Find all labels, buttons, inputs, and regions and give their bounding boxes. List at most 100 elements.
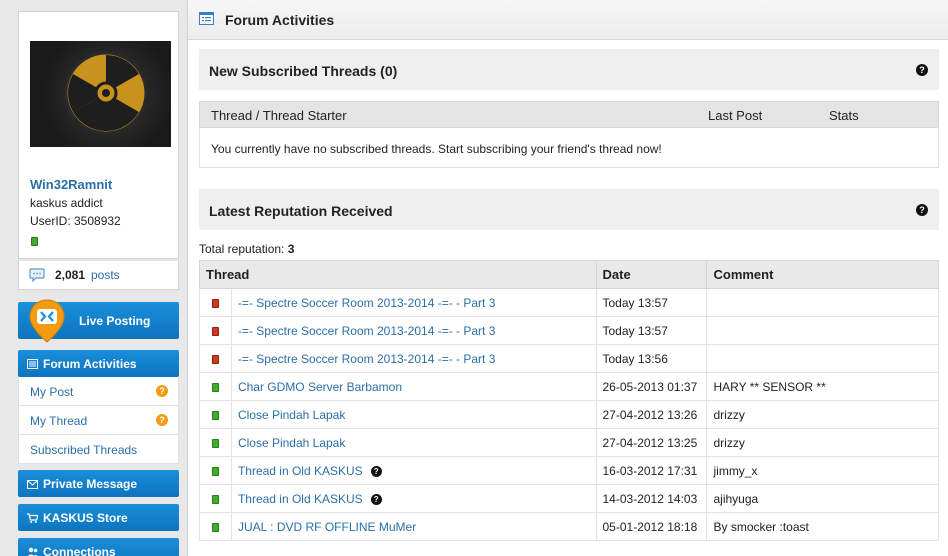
thread-link[interactable]: Char GDMO Server Barbamon [238, 380, 402, 394]
thread-link[interactable]: Thread in Old KASKUS [238, 464, 363, 478]
list-icon [27, 358, 38, 372]
main-content: Forum Activities New Subscribed Threads … [188, 0, 948, 556]
username[interactable]: Win32Ramnit [30, 177, 112, 192]
date-cell: Today 13:56 [595, 344, 708, 373]
nav-subscribed-threads-label: Subscribed Threads [30, 443, 138, 457]
help-icon[interactable]: ? [370, 493, 382, 505]
nav-kaskus-store[interactable]: KASKUS Store [18, 504, 179, 531]
nav-subscribed-threads[interactable]: Subscribed Threads [18, 435, 179, 464]
app-root: Win32Ramnit kaskus addict UserID: 350893… [0, 0, 948, 556]
date-cell: 27-04-2012 13:25 [595, 428, 708, 457]
thread-link[interactable]: Close Pindah Lapak [238, 408, 345, 422]
nav-private-message[interactable]: Private Message [18, 470, 179, 497]
col-stats[interactable]: Stats [829, 108, 859, 123]
thread-link[interactable]: -=- Spectre Soccer Room 2013-2014 -=- - … [238, 352, 495, 366]
thread-cell: Thread in Old KASKUS? [230, 456, 597, 485]
thread-link[interactable]: Thread in Old KASKUS [238, 492, 363, 506]
reputation-title: Latest Reputation Received [209, 203, 393, 219]
reputation-status-icon [211, 466, 219, 476]
reputation-status-cell [199, 484, 232, 513]
thread-link[interactable]: -=- Spectre Soccer Room 2013-2014 -=- - … [238, 324, 495, 338]
reputation-table-header: Thread Date Comment [199, 260, 939, 289]
comment-cell: drizzy [706, 428, 939, 457]
reputation-status-icon [211, 438, 219, 448]
thread-cell: JUAL : DVD RF OFFLINE MuMer [230, 512, 597, 541]
col-thread-starter: Thread / Thread Starter [211, 108, 347, 123]
thread-cell: -=- Spectre Soccer Room 2013-2014 -=- - … [230, 288, 597, 317]
help-icon[interactable]: ? [916, 64, 928, 76]
col-comment: Comment [706, 260, 939, 289]
reputation-status-icon [211, 494, 219, 504]
table-row: JUAL : DVD RF OFFLINE MuMer 05-01-2012 18… [199, 512, 939, 541]
thread-cell: -=- Spectre Soccer Room 2013-2014 -=- - … [230, 316, 597, 345]
date-cell: 14-03-2012 14:03 [595, 484, 708, 513]
envelope-icon [27, 478, 38, 492]
post-count: 2,081 [55, 268, 86, 282]
user-id: UserID: 3508932 [30, 214, 121, 228]
live-posting-button[interactable]: Live Posting [18, 299, 179, 343]
comment-cell [706, 344, 939, 373]
page-header: Forum Activities [188, 0, 948, 40]
reputation-status-icon [211, 410, 219, 420]
thread-link[interactable]: Close Pindah Lapak [238, 436, 345, 450]
table-row: -=- Spectre Soccer Room 2013-2014 -=- - … [199, 344, 939, 373]
thread-cell: Thread in Old KASKUS? [230, 484, 597, 513]
nav-forum-activities-label: Forum Activities [43, 357, 137, 371]
subscribed-empty-row: You currently have no subscribed threads… [199, 128, 939, 168]
speech-bubble-icon [29, 268, 45, 285]
live-posting-label: Live Posting [79, 314, 151, 328]
comment-cell [706, 316, 939, 345]
thread-cell: Close Pindah Lapak [230, 400, 597, 429]
date-cell: Today 13:57 [595, 288, 708, 317]
reputation-status-icon [211, 522, 219, 532]
posts-link[interactable]: posts [91, 268, 120, 282]
post-count-box[interactable]: 2,081 posts [18, 260, 179, 290]
help-icon[interactable]: ? [156, 385, 168, 397]
col-thread: Thread [199, 260, 597, 289]
reputation-status-cell [199, 400, 232, 429]
reputation-table: Thread Date Comment -=- Spectre Soccer R… [199, 260, 939, 541]
page-title: Forum Activities [225, 12, 335, 28]
subscribed-threads-header: New Subscribed Threads (0) ? [199, 49, 939, 90]
reputation-status-icon [211, 354, 219, 364]
date-cell: Today 13:57 [595, 316, 708, 345]
thread-link[interactable]: -=- Spectre Soccer Room 2013-2014 -=- - … [238, 296, 495, 310]
nav-kaskus-store-label: KASKUS Store [43, 511, 128, 525]
nav-my-post[interactable]: My Post ? [18, 377, 179, 406]
comment-cell: ajihyuga [706, 484, 939, 513]
cart-icon [27, 512, 39, 526]
reputation-status-cell [199, 372, 232, 401]
help-icon[interactable]: ? [156, 414, 168, 426]
table-row: Thread in Old KASKUS? 16-03-2012 17:31 jim… [199, 456, 939, 485]
col-last-post[interactable]: Last Post [708, 108, 762, 123]
nav-forum-activities[interactable]: Forum Activities [18, 350, 179, 377]
reputation-status-cell [199, 428, 232, 457]
total-reputation: Total reputation: 3 [199, 242, 294, 256]
avatar[interactable] [30, 41, 171, 147]
sidebar: Win32Ramnit kaskus addict UserID: 350893… [0, 0, 188, 556]
date-cell: 16-03-2012 17:31 [595, 456, 708, 485]
help-icon[interactable]: ? [916, 204, 928, 216]
comment-cell: jimmy_x [706, 456, 939, 485]
table-row: Close Pindah Lapak 27-04-2012 13:25 drizzy [199, 428, 939, 457]
reputation-status-icon [211, 298, 219, 308]
nav-my-thread[interactable]: My Thread ? [18, 406, 179, 435]
reputation-status-cell [199, 316, 232, 345]
list-icon [199, 12, 214, 28]
table-row: -=- Spectre Soccer Room 2013-2014 -=- - … [199, 316, 939, 345]
table-row: Close Pindah Lapak 27-04-2012 13:26 drizzy [199, 400, 939, 429]
help-icon[interactable]: ? [370, 465, 382, 477]
table-row: -=- Spectre Soccer Room 2013-2014 -=- - … [199, 288, 939, 317]
nav-private-message-label: Private Message [43, 477, 138, 491]
col-date: Date [595, 260, 708, 289]
table-row: Thread in Old KASKUS? 14-03-2012 14:03 aji… [199, 484, 939, 513]
date-cell: 26-05-2013 01:37 [595, 372, 708, 401]
nav-connections[interactable]: Connections [18, 538, 179, 556]
thread-link[interactable]: JUAL : DVD RF OFFLINE MuMer [238, 520, 416, 534]
reputation-status-cell [199, 344, 232, 373]
date-cell: 05-01-2012 18:18 [595, 512, 708, 541]
date-cell: 27-04-2012 13:26 [595, 400, 708, 429]
thread-cell: -=- Spectre Soccer Room 2013-2014 -=- - … [230, 344, 597, 373]
subscribed-threads-title: New Subscribed Threads (0) [209, 63, 398, 79]
reputation-status-cell [199, 456, 232, 485]
